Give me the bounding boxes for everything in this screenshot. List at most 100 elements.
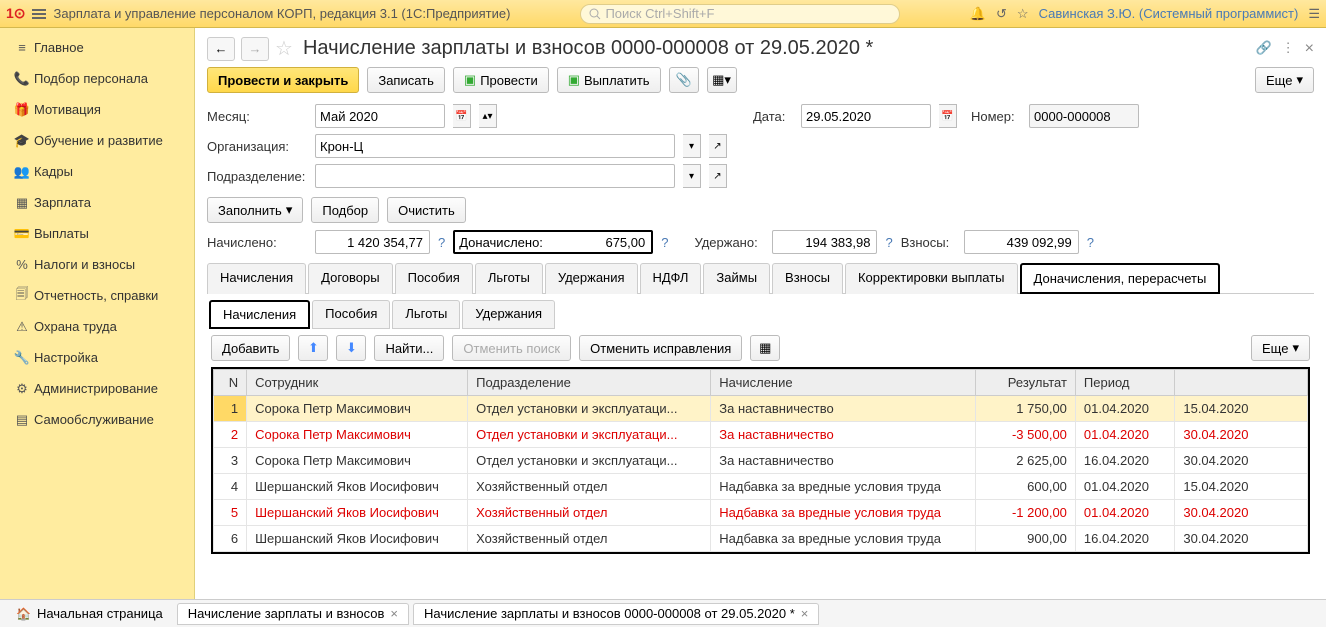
report-button[interactable]: ▦▾ [707,67,737,93]
window-tab-active[interactable]: Начисление зарплаты и взносов 0000-00000… [413,603,819,625]
sidebar-item[interactable]: ≡Главное [0,32,194,63]
sidebar-item[interactable]: ⚙Администрирование [0,373,194,404]
sub-tabs: НачисленияПособияЛьготыУдержания [209,300,1312,329]
sidebar-item[interactable]: 🎁Мотивация [0,94,194,125]
tab[interactable]: Взносы [772,263,843,294]
help-icon[interactable]: ? [885,235,892,250]
settings-icon[interactable]: ☰ [1308,6,1320,22]
open-icon[interactable]: ↗ [709,134,727,158]
subtab[interactable]: Удержания [462,300,555,329]
home-tab[interactable]: 🏠 Начальная страница [6,603,173,625]
calendar-icon[interactable]: 📅 [453,104,471,128]
cancel-fix-button[interactable]: Отменить исправления [579,335,742,361]
add-button[interactable]: Добавить [211,335,290,361]
post-button[interactable]: ▣Провести [453,67,549,93]
find-button[interactable]: Найти... [374,335,444,361]
subtab[interactable]: Пособия [312,300,390,329]
sidebar-label: Кадры [34,164,73,179]
sidebar-label: Настройка [34,350,98,365]
help-icon[interactable]: ? [661,235,668,250]
col-result[interactable]: Результат [976,370,1075,396]
dropdown-icon[interactable]: ▾ [683,134,701,158]
user-name[interactable]: Савинская З.Ю. (Системный программист) [1039,6,1299,21]
help-icon[interactable]: ? [1087,235,1094,250]
col-employee[interactable]: Сотрудник [247,370,468,396]
close-icon[interactable]: × [1305,40,1314,58]
tab[interactable]: Удержания [545,263,638,294]
kebab-icon[interactable]: ⋮ [1282,40,1295,58]
tab[interactable]: Начисления [207,263,306,294]
col-n[interactable]: N [214,370,247,396]
org-input[interactable]: Крон-Ц [315,134,675,158]
search-input[interactable]: Поиск Ctrl+Shift+F [580,4,900,24]
post-and-close-button[interactable]: Провести и закрыть [207,67,359,93]
tab[interactable]: Договоры [308,263,392,294]
close-icon[interactable]: × [390,606,398,621]
sidebar-icon: 📞 [10,71,34,87]
calendar-icon[interactable]: 📅 [939,104,957,128]
spinner-icon[interactable]: ▴▾ [479,104,497,128]
dropdown-icon[interactable]: ▾ [683,164,701,188]
table-row[interactable]: 2Сорока Петр МаксимовичОтдел установки и… [214,422,1308,448]
month-input[interactable]: Май 2020 [315,104,445,128]
tab[interactable]: Корректировки выплаты [845,263,1018,294]
pay-button[interactable]: ▣Выплатить [557,67,661,93]
fill-button[interactable]: Заполнить ▾ [207,197,303,223]
forward-button[interactable]: → [241,37,269,61]
window-tabs: 🏠 Начальная страница Начисление зарплаты… [0,599,1326,627]
move-down-button[interactable]: ⬇ [336,335,366,361]
cancel-search-button: Отменить поиск [452,335,571,361]
save-button[interactable]: Записать [367,67,445,93]
table-row[interactable]: 6Шершанский Яков ИосифовичХозяйственный … [214,526,1308,552]
move-up-button[interactable]: ⬆ [298,335,328,361]
columns-button[interactable]: ▦ [750,335,780,361]
col-dept[interactable]: Подразделение [468,370,711,396]
history-icon[interactable]: ↺ [996,6,1007,22]
attach-button[interactable]: 📎 [669,67,699,93]
table-row[interactable]: 1Сорока Петр МаксимовичОтдел установки и… [214,396,1308,422]
sidebar-item[interactable]: 🔧Настройка [0,342,194,373]
close-icon[interactable]: × [801,606,809,621]
tab[interactable]: Льготы [475,263,543,294]
col-period[interactable]: Период [1075,370,1174,396]
logo-1c: 1⊙ [6,5,26,22]
number-label: Номер: [971,109,1021,124]
col-period2[interactable] [1175,370,1308,396]
link-icon[interactable]: 🔗 [1255,40,1271,58]
menu-icon[interactable] [32,9,46,19]
star-icon[interactable]: ☆ [1017,6,1029,22]
sidebar-icon: 🎓 [10,133,34,149]
date-input[interactable]: 29.05.2020 [801,104,931,128]
more-button[interactable]: Еще ▾ [1255,67,1314,93]
select-button[interactable]: Подбор [311,197,379,223]
table-row[interactable]: 5Шершанский Яков ИосифовичХозяйственный … [214,500,1308,526]
sidebar-item[interactable]: ▤Самообслуживание [0,404,194,435]
sidebar-item[interactable]: ▦Зарплата [0,187,194,218]
bell-icon[interactable]: 🔔 [970,6,986,22]
dept-input[interactable] [315,164,675,188]
subtab[interactable]: Начисления [209,300,310,329]
col-calc[interactable]: Начисление [711,370,976,396]
sidebar-item[interactable]: 🗐Отчетность, справки [0,280,194,311]
tab[interactable]: Доначисления, перерасчеты [1020,263,1221,294]
sidebar-item[interactable]: %Налоги и взносы [0,249,194,280]
sidebar-item[interactable]: 👥Кадры [0,156,194,187]
data-table: N Сотрудник Подразделение Начисление Рез… [211,367,1310,554]
back-button[interactable]: ← [207,37,235,61]
table-row[interactable]: 4Шершанский Яков ИосифовичХозяйственный … [214,474,1308,500]
sidebar-item[interactable]: 📞Подбор персонала [0,63,194,94]
open-icon[interactable]: ↗ [709,164,727,188]
sidebar-item[interactable]: 🎓Обучение и развитие [0,125,194,156]
tab[interactable]: Займы [703,263,770,294]
clear-button[interactable]: Очистить [387,197,466,223]
sidebar-item[interactable]: 💳Выплаты [0,218,194,249]
tab[interactable]: Пособия [395,263,473,294]
window-tab[interactable]: Начисление зарплаты и взносов× [177,603,409,625]
tab[interactable]: НДФЛ [640,263,702,294]
table-row[interactable]: 3Сорока Петр МаксимовичОтдел установки и… [214,448,1308,474]
subtab[interactable]: Льготы [392,300,460,329]
favorite-icon[interactable]: ☆ [275,36,293,61]
more-button[interactable]: Еще ▾ [1251,335,1310,361]
help-icon[interactable]: ? [438,235,445,250]
sidebar-item[interactable]: ⚠Охрана труда [0,311,194,342]
